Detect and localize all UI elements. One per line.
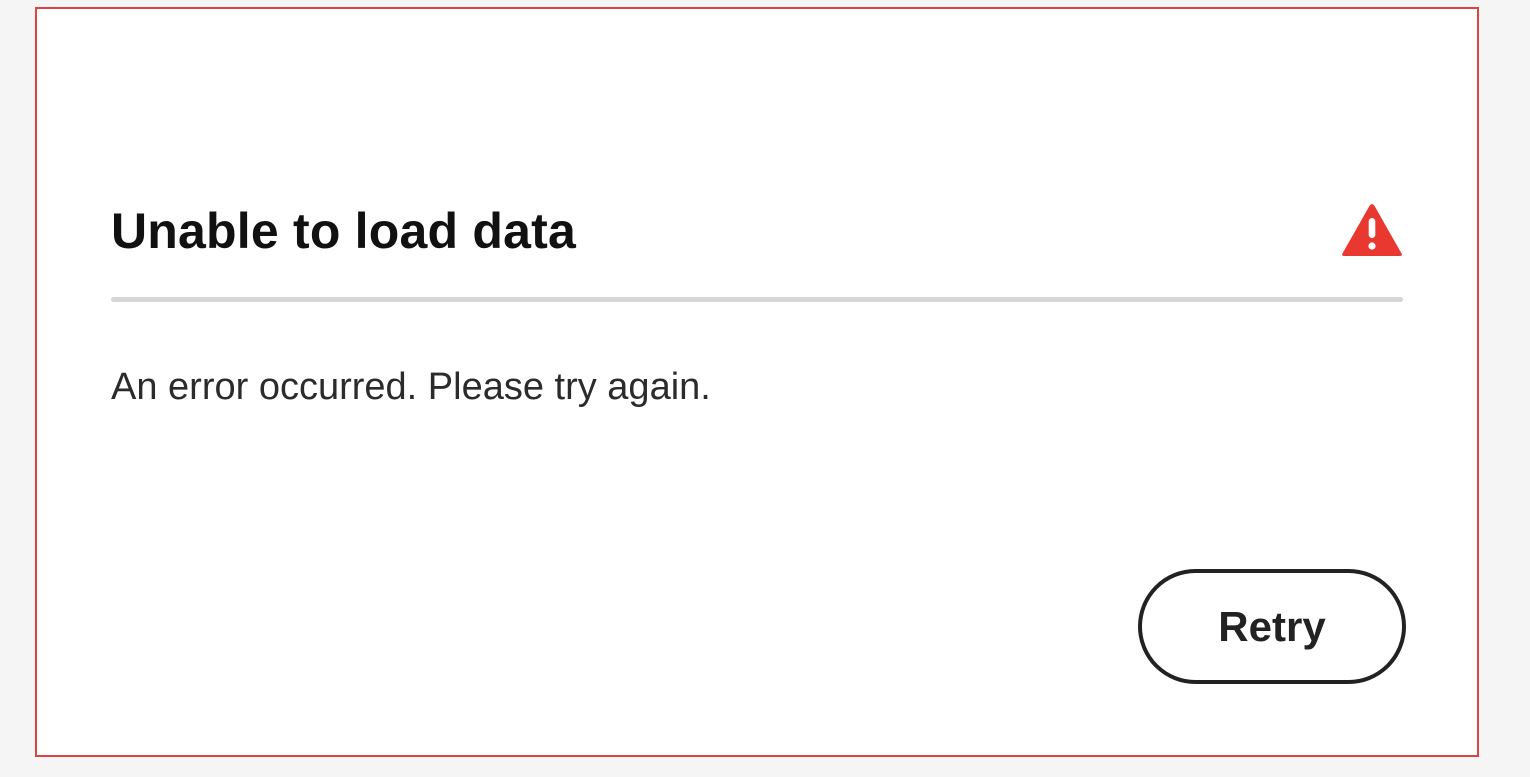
header-divider (111, 297, 1403, 302)
retry-button[interactable]: Retry (1138, 569, 1406, 684)
error-dialog: Unable to load data An error occurred. P… (35, 7, 1479, 757)
alert-triangle-icon (1341, 203, 1403, 259)
dialog-title: Unable to load data (111, 203, 576, 259)
dialog-header: Unable to load data (111, 193, 1403, 269)
error-message: An error occurred. Please try again. (111, 366, 711, 408)
